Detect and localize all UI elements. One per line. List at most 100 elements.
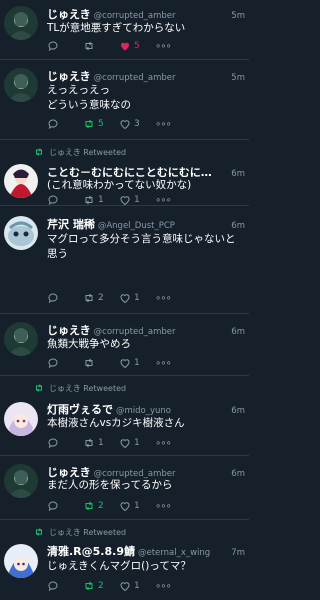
like-count: 5 [134, 41, 140, 51]
avatar[interactable] [4, 464, 38, 498]
more-options-icon[interactable]: ∘∘∘ [155, 41, 172, 52]
avatar[interactable] [4, 322, 38, 356]
like-button[interactable]: 1 [119, 194, 155, 205]
user-handle[interactable]: @corrupted_amber [94, 327, 229, 337]
timestamp[interactable]: 6m [231, 327, 245, 337]
retweet-icon [85, 581, 93, 591]
retweeted-by[interactable]: じゅえき Retweeted [34, 146, 126, 158]
like-count: 1 [134, 438, 140, 448]
display-name[interactable]: 清雅.R@5.8.9鯖 [47, 543, 135, 559]
timestamp[interactable]: 7m [231, 548, 245, 558]
like-button[interactable]: 1 [119, 292, 155, 304]
user-handle[interactable]: @Angel_Dust_PCP [98, 221, 228, 231]
display-name[interactable]: 芹沢 瑞稀 [47, 216, 95, 232]
tweet[interactable]: じゅえき @corrupted_amber 5m えっえっえっ どういう意味なの… [0, 60, 249, 140]
like-button[interactable]: 5 [119, 40, 155, 52]
retweet-count: 2 [98, 501, 104, 511]
tweet-text: マグロって多分そう言う意味じゃないと思う [47, 233, 236, 260]
like-button[interactable]: 1 [119, 500, 155, 512]
retweeted-by-label: じゅえき Retweeted [49, 527, 127, 537]
avatar[interactable] [4, 216, 38, 250]
reply-button[interactable] [47, 40, 83, 52]
heart-icon [120, 502, 130, 512]
reply-icon [48, 195, 58, 205]
tweet[interactable]: じゅえき Retweeted ことむ－むにむにことむにむに… 6m (これ意味わ… [0, 140, 249, 206]
display-name[interactable]: じゅえき [47, 6, 91, 22]
tweet-text: 魚類大戦争やめろ [47, 338, 131, 350]
reply-button[interactable] [47, 292, 83, 304]
avatar[interactable] [4, 544, 38, 578]
retweet-count: 1 [98, 438, 104, 448]
tweet-text: TLが意地悪すぎてわからない [47, 22, 186, 34]
reply-button[interactable] [47, 500, 83, 512]
avatar[interactable] [4, 164, 38, 198]
heart-icon [120, 439, 130, 449]
retweet-icon [85, 195, 93, 205]
tweet-text: (これ意味わかってない奴かな) [47, 179, 192, 191]
retweet-button[interactable]: 2 [83, 292, 119, 304]
user-handle[interactable]: @mido_yuno [116, 406, 228, 416]
user-handle[interactable]: @corrupted_amber [94, 11, 229, 21]
tweet[interactable]: じゅえき @corrupted_amber 5m TLが意地悪すぎてわからない … [0, 0, 249, 60]
more-options-icon[interactable]: ∘∘∘ [155, 438, 172, 449]
reply-icon [48, 438, 58, 449]
like-count: 1 [134, 358, 140, 368]
reply-button[interactable] [47, 118, 83, 130]
retweet-icon [35, 528, 43, 536]
timestamp[interactable]: 5m [231, 73, 245, 83]
more-options-icon[interactable]: ∘∘∘ [155, 581, 172, 592]
reply-button[interactable] [47, 437, 83, 449]
retweeted-by[interactable]: じゅえき Retweeted [34, 382, 126, 394]
retweet-button[interactable]: 1 [83, 437, 119, 449]
display-name[interactable]: じゅえき [47, 68, 91, 84]
like-count: 1 [134, 195, 140, 205]
more-options-icon[interactable]: ∘∘∘ [155, 293, 172, 304]
like-button[interactable]: 1 [119, 437, 155, 449]
tweet[interactable]: じゅえき Retweeted 灯雨ヴぇるで @mido_yuno 6m 本樹液さ… [0, 376, 249, 456]
user-handle[interactable]: @eternal_x_wing [138, 548, 228, 558]
tweet-text: じゅえきくんマグロ()ってマ？ [47, 560, 191, 572]
reply-button[interactable] [47, 194, 83, 205]
like-button[interactable]: 1 [119, 580, 155, 592]
retweet-button[interactable]: 5 [83, 118, 119, 130]
display-name[interactable]: 灯雨ヴぇるで [47, 401, 113, 417]
reply-button[interactable] [47, 580, 83, 592]
more-options-icon[interactable]: ∘∘∘ [155, 501, 172, 512]
avatar[interactable] [4, 68, 38, 102]
reply-icon [48, 581, 58, 592]
tweet[interactable]: じゅえき @corrupted_amber 6m まだ人の形を保ってるから 2 … [0, 456, 249, 520]
tweet[interactable]: 芹沢 瑞稀 @Angel_Dust_PCP 6m マグロって多分そう言う意味じゃ… [0, 206, 249, 314]
timestamp[interactable]: 6m [231, 406, 245, 416]
tweet[interactable]: じゅえき @corrupted_amber 6m 魚類大戦争やめろ 1 ∘∘∘ [0, 314, 249, 376]
like-count: 1 [134, 581, 140, 591]
heart-icon [121, 42, 129, 51]
like-button[interactable]: 3 [119, 118, 155, 130]
display-name[interactable]: じゅえき [47, 322, 91, 338]
retweet-button[interactable]: 1 [83, 194, 119, 205]
timestamp[interactable]: 6m [231, 221, 245, 231]
retweet-button[interactable]: 2 [83, 580, 119, 592]
heart-icon [120, 582, 130, 592]
retweeted-by[interactable]: じゅえき Retweeted [34, 526, 126, 538]
reply-button[interactable] [47, 357, 83, 369]
more-options-icon[interactable]: ∘∘∘ [155, 195, 172, 206]
user-handle[interactable]: @corrupted_amber [94, 73, 229, 83]
like-count: 1 [134, 501, 140, 511]
retweet-count: 5 [98, 119, 104, 129]
like-button[interactable]: 1 [119, 357, 155, 369]
retweet-button[interactable] [83, 40, 119, 52]
retweet-icon [35, 148, 43, 156]
like-count: 3 [134, 119, 140, 129]
timestamp[interactable]: 5m [231, 11, 245, 21]
retweet-button[interactable]: 2 [83, 500, 119, 512]
avatar[interactable] [4, 6, 38, 40]
retweet-icon [35, 384, 43, 392]
reply-icon [48, 358, 58, 369]
reply-icon [48, 41, 58, 52]
more-options-icon[interactable]: ∘∘∘ [155, 358, 172, 369]
more-options-icon[interactable]: ∘∘∘ [155, 119, 172, 130]
avatar[interactable] [4, 402, 38, 436]
retweet-button[interactable] [83, 357, 119, 369]
tweet[interactable]: じゅえき Retweeted 清雅.R@5.8.9鯖 @eternal_x_wi… [0, 520, 249, 600]
retweet-count: 1 [98, 195, 104, 205]
